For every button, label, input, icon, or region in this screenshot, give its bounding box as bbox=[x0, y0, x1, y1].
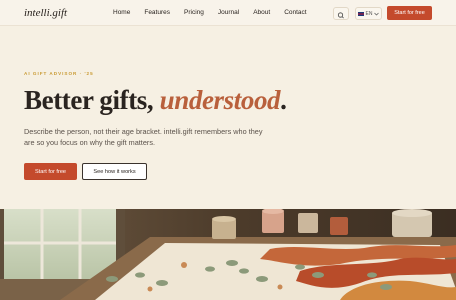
nav-link-features[interactable]: Features bbox=[144, 9, 170, 16]
nav-link-about[interactable]: About bbox=[253, 9, 270, 16]
nav-link-home[interactable]: Home bbox=[113, 9, 130, 16]
hero-headline: Better gifts, understood. bbox=[24, 85, 287, 116]
brand-logo[interactable]: intelli.gift bbox=[24, 7, 67, 19]
language-label: EN bbox=[365, 10, 373, 17]
search-button[interactable] bbox=[333, 7, 349, 20]
top-nav: intelli.gift Home Features Pricing Journ… bbox=[0, 0, 456, 26]
language-selector[interactable]: EN bbox=[355, 7, 382, 20]
flag-icon bbox=[357, 11, 364, 16]
chevron-down-icon bbox=[374, 12, 380, 15]
headline-period: . bbox=[280, 85, 287, 115]
gift-wrapping-photo bbox=[0, 209, 456, 300]
hero-image bbox=[0, 209, 456, 300]
nav-link-pricing[interactable]: Pricing bbox=[184, 9, 204, 16]
hero-subtitle: Describe the person, not their age brack… bbox=[24, 127, 263, 147]
headline-main: Better gifts, bbox=[24, 85, 154, 115]
search-icon bbox=[337, 12, 344, 19]
headline-accent: understood bbox=[159, 85, 281, 115]
nav-start-button[interactable]: Start for free bbox=[387, 6, 432, 20]
nav-link-journal[interactable]: Journal bbox=[218, 9, 239, 16]
hero-eyebrow: AI GIFT ADVISOR · '25 bbox=[24, 71, 94, 76]
nav-links: Home Features Pricing Journal About Cont… bbox=[113, 9, 307, 16]
see-how-button[interactable]: See how it works bbox=[82, 163, 147, 180]
start-free-button[interactable]: Start for free bbox=[24, 163, 77, 180]
nav-link-contact[interactable]: Contact bbox=[284, 9, 306, 16]
